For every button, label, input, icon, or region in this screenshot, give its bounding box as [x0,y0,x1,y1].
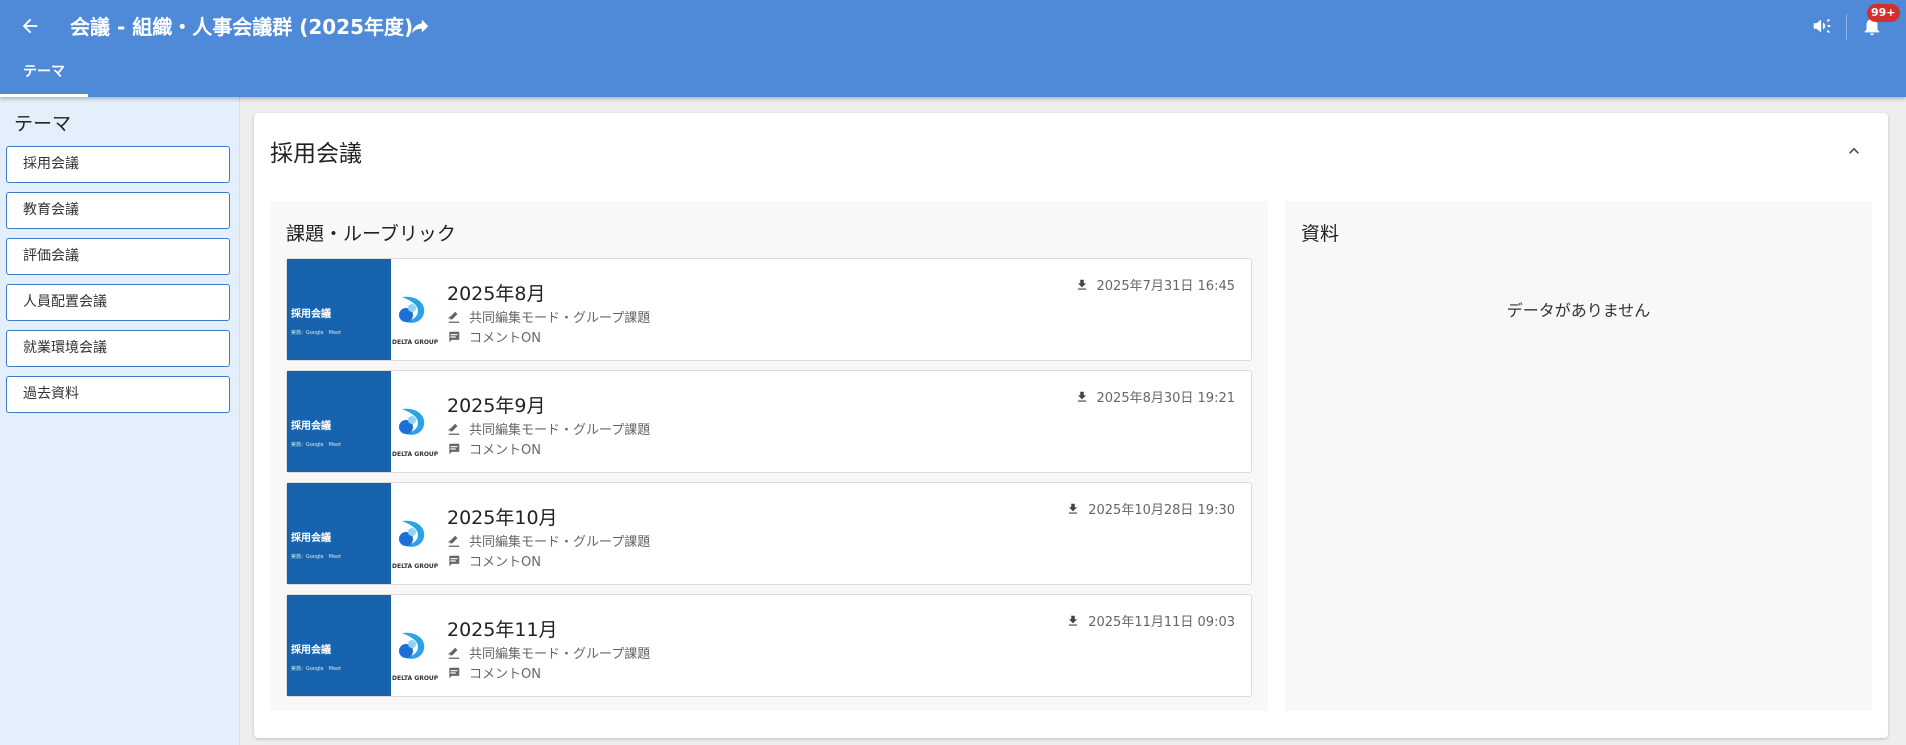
assignment-comment-text: コメントON [469,555,541,570]
thumbnail-title: 採用会議 [291,309,331,320]
assignment-date: 2025年8月30日 19:21 [1075,387,1236,406]
sidebar-item-recruitment[interactable]: 採用会議 [6,146,230,183]
assignment-mode-text: 共同編集モード・グループ課題 [469,423,651,438]
comment-icon [449,667,460,678]
assignment-mode-text: 共同編集モード・グループ課題 [469,535,651,550]
assignment-date-text: 2025年10月28日 19:30 [1088,503,1235,518]
header-divider [1846,14,1847,40]
assignment-comment: コメントON [447,551,541,570]
empty-state-text: データがありません [1506,301,1651,320]
announcement-button[interactable] [1806,10,1838,42]
logo-text: DELTA GROUP [392,563,439,570]
logo: DELTA GROUP [391,259,439,360]
assignment-mode-text: 共同編集モード・グループ課題 [469,647,651,662]
comment-icon [449,555,460,566]
arrow-left-icon [22,18,38,34]
thumbnail-title: 採用会議 [291,421,331,432]
section-card: 採用会議 課題・ルーブリック 採用会議 実施：Google Meet DELTA… [254,113,1888,738]
group-edit-icon [448,535,460,547]
assignment-comment: コメントON [447,327,541,346]
thumbnail-subtitle: 実施：Google Meet [291,554,342,560]
logo-text: DELTA GROUP [392,675,439,682]
assignment-comment: コメントON [447,663,541,682]
assignment-date: 2025年11月11日 09:03 [1066,611,1235,630]
thumbnail-title: 採用会議 [291,533,331,544]
assignment-item[interactable]: 採用会議 実施：Google Meet DELTA GROUP 2025年11月… [286,594,1252,697]
assignment-date-text: 2025年11月11日 09:03 [1088,615,1235,630]
group-edit-icon [448,311,460,323]
assignment-mode-text: 共同編集モード・グループ課題 [469,311,651,326]
assignments-panel: 課題・ルーブリック 採用会議 実施：Google Meet DELTA GROU… [270,201,1268,711]
share-button[interactable] [404,11,436,43]
download-icon[interactable] [1075,390,1089,404]
assignment-date-text: 2025年7月31日 16:45 [1096,279,1236,294]
app-bar-top-row: 会議 - 組織・人事会議群 (2025年度) 99+ [0,0,1906,50]
sidebar-item-evaluation[interactable]: 評価会議 [6,238,230,275]
sidebar-title: テーマ [14,113,72,135]
back-button[interactable] [14,10,46,42]
assignment-item[interactable]: 採用会議 実施：Google Meet DELTA GROUP 2025年9月 … [286,370,1252,473]
download-icon[interactable] [1066,614,1080,628]
app-bar: 会議 - 組織・人事会議群 (2025年度) 99+ テーマ [0,0,1906,97]
download-icon[interactable] [1075,278,1089,292]
assignment-item[interactable]: 採用会議 実施：Google Meet DELTA GROUP 2025年8月 … [286,258,1252,361]
thumbnail-subtitle: 実施：Google Meet [291,442,342,448]
assignment-date-text: 2025年8月30日 19:21 [1096,391,1236,406]
comment-icon [449,443,460,454]
share-arrow-icon [411,19,429,34]
materials-title: 資料 [1301,223,1340,245]
thumbnail-subtitle: 実施：Google Meet [291,666,342,672]
assignment-mode: 共同編集モード・グループ課題 [447,419,650,438]
notification-badge: 99+ [1867,4,1900,22]
assignment-thumbnail: 採用会議 実施：Google Meet [287,371,391,472]
logo-text: DELTA GROUP [392,451,439,458]
group-edit-icon [448,423,460,435]
assignments-title: 課題・ルーブリック [286,223,456,245]
assignment-mode: 共同編集モード・グループ課題 [447,643,650,662]
thumbnail-subtitle: 実施：Google Meet [291,330,342,336]
chevron-up-icon [1849,147,1859,154]
assignment-title: 2025年9月 [447,395,546,417]
sidebar-item-work-environment[interactable]: 就業環境会議 [6,330,230,367]
delta-logo-icon [399,296,425,323]
logo: DELTA GROUP [391,371,439,472]
thumbnail-title: 採用会議 [291,645,331,656]
assignment-date: 2025年7月31日 16:45 [1075,275,1236,294]
assignment-comment-text: コメントON [469,331,541,346]
assignment-date: 2025年10月28日 19:30 [1066,499,1235,518]
comment-icon [449,331,460,342]
logo: DELTA GROUP [391,483,439,584]
sidebar-item-past-materials[interactable]: 過去資料 [6,376,230,413]
assignment-title: 2025年10月 [447,507,558,529]
assignment-item[interactable]: 採用会議 実施：Google Meet DELTA GROUP 2025年10月… [286,482,1252,585]
assignment-thumbnail: 採用会議 実施：Google Meet [287,259,391,360]
assignment-comment-text: コメントON [469,667,541,682]
assignment-comment-text: コメントON [469,443,541,458]
delta-logo-icon [399,408,425,435]
page-title: 会議 - 組織・人事会議群 (2025年度) [70,15,414,39]
logo: DELTA GROUP [391,595,439,696]
logo-text: DELTA GROUP [392,339,439,346]
assignment-title: 2025年8月 [447,283,546,305]
tab-theme[interactable]: テーマ [0,56,88,97]
assignment-title: 2025年11月 [447,619,558,641]
assignment-comment: コメントON [447,439,541,458]
assignment-thumbnail: 採用会議 実施：Google Meet [287,595,391,696]
sidebar: テーマ 採用会議 教育会議 評価会議 人員配置会議 就業環境会議 過去資料 [0,97,240,745]
assignment-thumbnail: 採用会議 実施：Google Meet [287,483,391,584]
assignment-mode: 共同編集モード・グループ課題 [447,531,650,550]
megaphone-icon [1813,18,1831,34]
assignment-mode: 共同編集モード・グループ課題 [447,307,650,326]
tab-label: テーマ [23,64,65,80]
delta-logo-icon [399,520,425,547]
section-title: 採用会議 [270,141,362,167]
delta-logo-icon [399,632,425,659]
download-icon[interactable] [1066,502,1080,516]
sidebar-item-staffing[interactable]: 人員配置会議 [6,284,230,321]
sidebar-item-education[interactable]: 教育会議 [6,192,230,229]
tab-indicator [0,94,88,97]
materials-panel: 資料 データがありません [1285,201,1872,711]
collapse-button[interactable] [1838,135,1870,167]
group-edit-icon [448,647,460,659]
